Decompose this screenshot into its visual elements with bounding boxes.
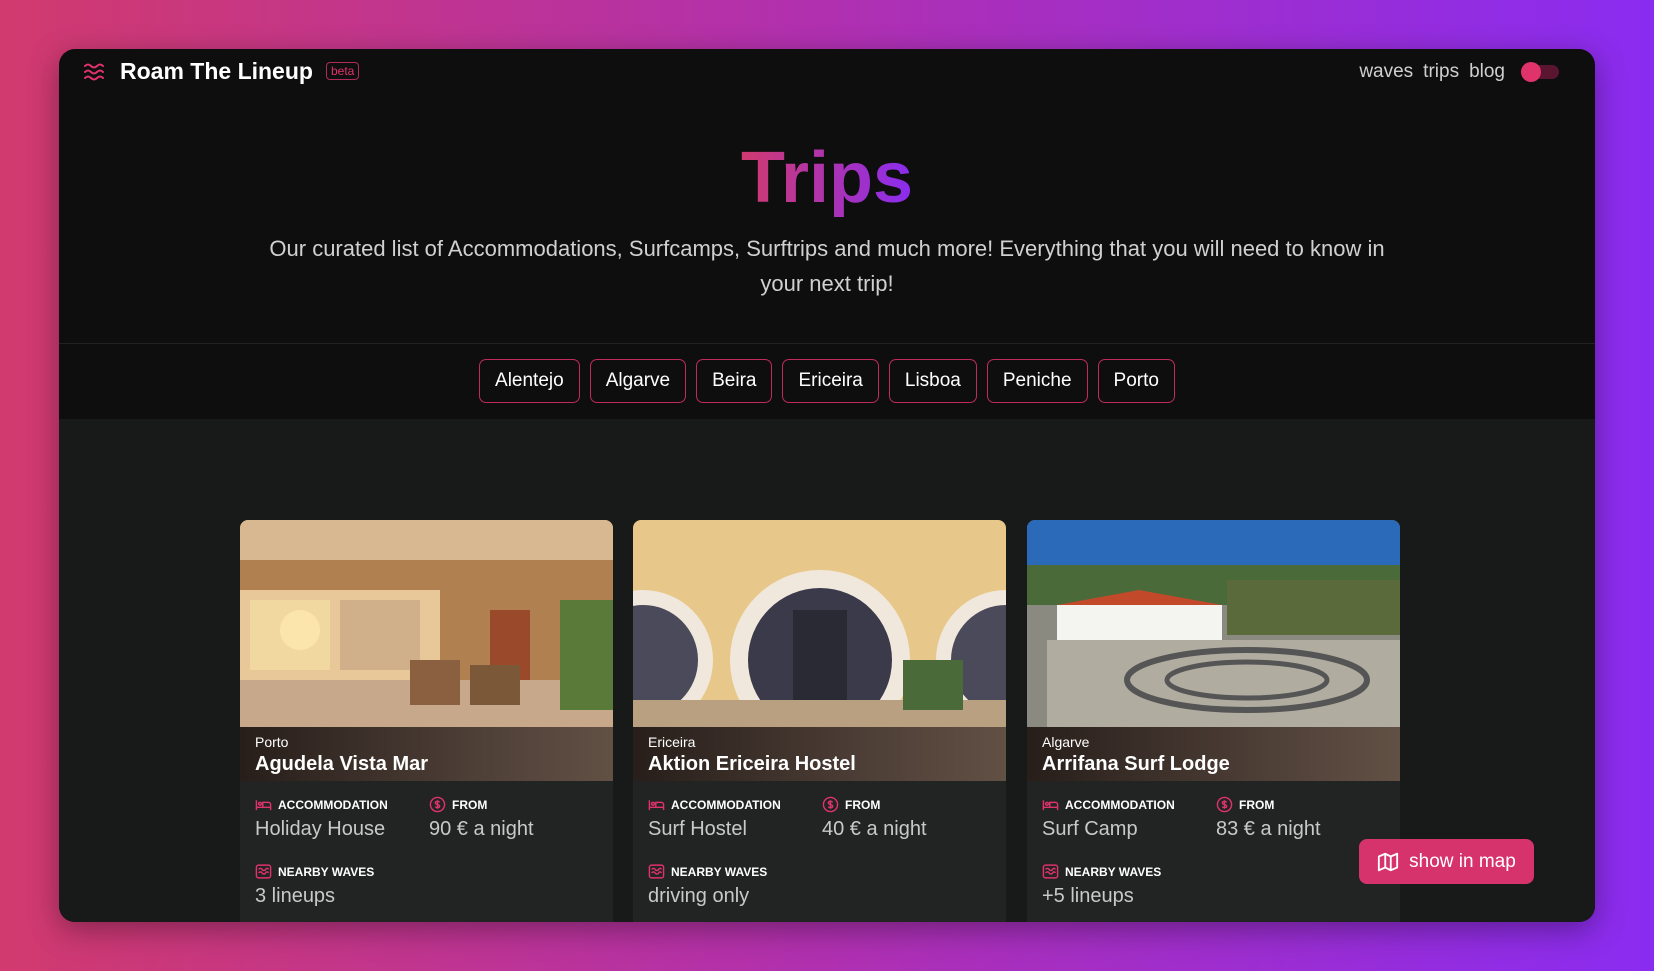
nav-link-trips[interactable]: trips (1423, 61, 1459, 83)
card-title[interactable]: Arrifana Surf Lodge (1042, 753, 1230, 776)
bed-icon (1042, 800, 1059, 811)
bed-icon (648, 800, 665, 811)
nearby-waves-label: NEARBY WAVES (255, 863, 374, 880)
filter-chip-alentejo[interactable]: Alentejo (479, 359, 580, 403)
nav-link-waves[interactable]: waves (1359, 61, 1413, 83)
waves-icon (255, 864, 272, 879)
nav-link-blog[interactable]: blog (1469, 61, 1505, 83)
nearby-waves-label: NEARBY WAVES (1042, 863, 1161, 880)
filter-chip-lisboa[interactable]: Lisboa (888, 359, 977, 403)
price-value: 90 € a night (429, 818, 534, 840)
nearby-waves-value: 3 lineups (255, 885, 336, 907)
filter-chip-algarve[interactable]: Algarve (589, 359, 687, 403)
filter-chip-ericeira[interactable]: Ericeira (782, 359, 879, 403)
app-window: Roam The Lineup beta waves trips blog Tr… (59, 49, 1595, 922)
filter-chip-beira[interactable]: Beira (696, 359, 773, 403)
trip-card[interactable]: Ericeira Aktion Ericeira Hostel ACCOMMOD… (633, 520, 1006, 922)
show-in-map-button[interactable]: show in map (1359, 839, 1534, 884)
dollar-circle-icon (822, 796, 839, 813)
accommodation-type: Surf Hostel (648, 818, 747, 840)
price-value: 83 € a night (1216, 818, 1321, 840)
theme-toggle[interactable] (1521, 62, 1559, 82)
region-filter-bar: Alentejo Algarve Beira Ericeira Lisboa P… (59, 343, 1595, 420)
bed-icon (255, 800, 272, 811)
card-title[interactable]: Agudela Vista Mar (255, 753, 428, 776)
waves-icon (648, 864, 665, 879)
accommodation-label: ACCOMMODATION (1042, 796, 1175, 813)
page-title: Trips (740, 138, 914, 218)
map-icon (1378, 852, 1399, 871)
nearby-waves-value: driving only (648, 885, 750, 907)
main-nav: waves trips blog (1359, 61, 1559, 83)
price-label: FROM (429, 796, 487, 813)
show-in-map-label: show in map (1409, 850, 1516, 872)
price-label: FROM (1216, 796, 1274, 813)
nearby-waves-value: +5 lineups (1042, 885, 1134, 907)
filter-chip-peniche[interactable]: Peniche (986, 359, 1088, 403)
card-region: Porto (255, 734, 289, 750)
beta-badge: beta (326, 62, 360, 80)
price-label: FROM (822, 796, 880, 813)
trip-photo (240, 520, 613, 727)
waves-logo-icon[interactable] (82, 60, 106, 84)
accommodation-type: Holiday House (255, 818, 386, 840)
accommodation-label: ACCOMMODATION (255, 796, 388, 813)
trip-card[interactable]: Algarve Arrifana Surf Lodge ACCOMMODATIO… (1027, 520, 1400, 922)
card-region: Algarve (1042, 734, 1090, 750)
filter-chip-porto[interactable]: Porto (1097, 359, 1175, 403)
trip-photo (1027, 520, 1400, 727)
trip-photo (633, 520, 1006, 727)
page-subtitle: Our curated list of Accommodations, Surf… (269, 236, 1385, 296)
price-value: 40 € a night (822, 818, 927, 840)
card-region: Ericeira (648, 734, 696, 750)
dollar-circle-icon (1216, 796, 1233, 813)
toggle-knob (1521, 62, 1541, 82)
top-navigation-bar: Roam The Lineup beta waves trips blog (59, 49, 1595, 95)
trip-card[interactable]: Porto Agudela Vista Mar ACCOMMODATION Ho… (240, 520, 613, 922)
accommodation-type: Surf Camp (1042, 818, 1138, 840)
accommodation-label: ACCOMMODATION (648, 796, 781, 813)
waves-icon (1042, 864, 1059, 879)
brand-name[interactable]: Roam The Lineup (120, 58, 313, 85)
card-title[interactable]: Aktion Ericeira Hostel (648, 753, 856, 776)
dollar-circle-icon (429, 796, 446, 813)
nearby-waves-label: NEARBY WAVES (648, 863, 767, 880)
